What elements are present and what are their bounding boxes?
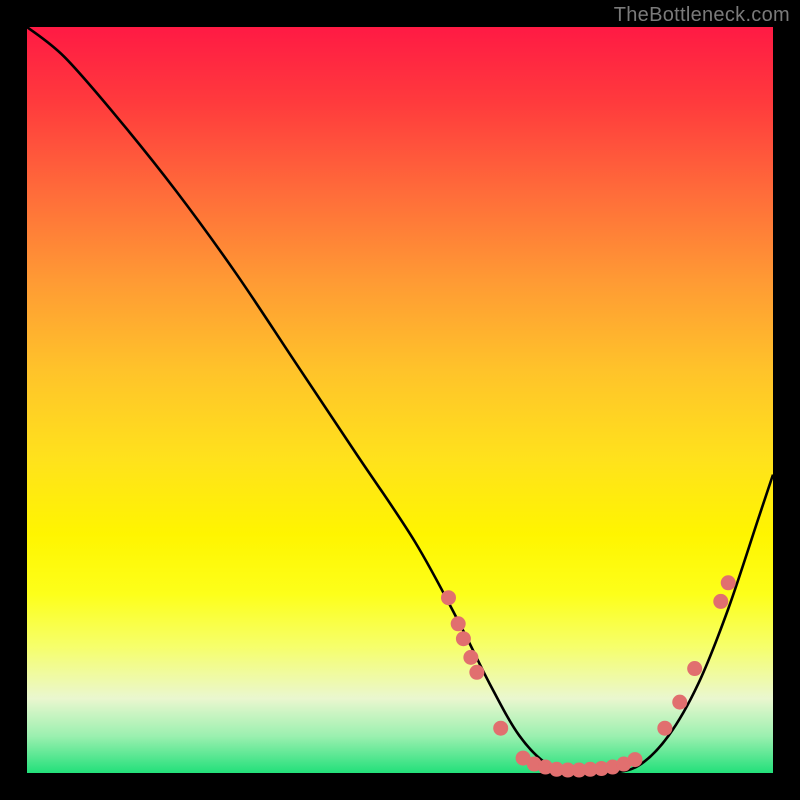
data-marker [687, 661, 702, 676]
data-marker [451, 616, 466, 631]
data-marker [441, 590, 456, 605]
watermark-text: TheBottleneck.com [614, 4, 790, 27]
data-marker [721, 575, 736, 590]
data-marker [463, 650, 478, 665]
data-marker [713, 594, 728, 609]
bottleneck-chart [27, 27, 773, 773]
data-marker [456, 631, 471, 646]
data-marker [672, 695, 687, 710]
bottleneck-curve [27, 27, 773, 774]
data-marker [657, 721, 672, 736]
data-marker [469, 665, 484, 680]
data-marker [627, 752, 642, 767]
data-marker [493, 721, 508, 736]
